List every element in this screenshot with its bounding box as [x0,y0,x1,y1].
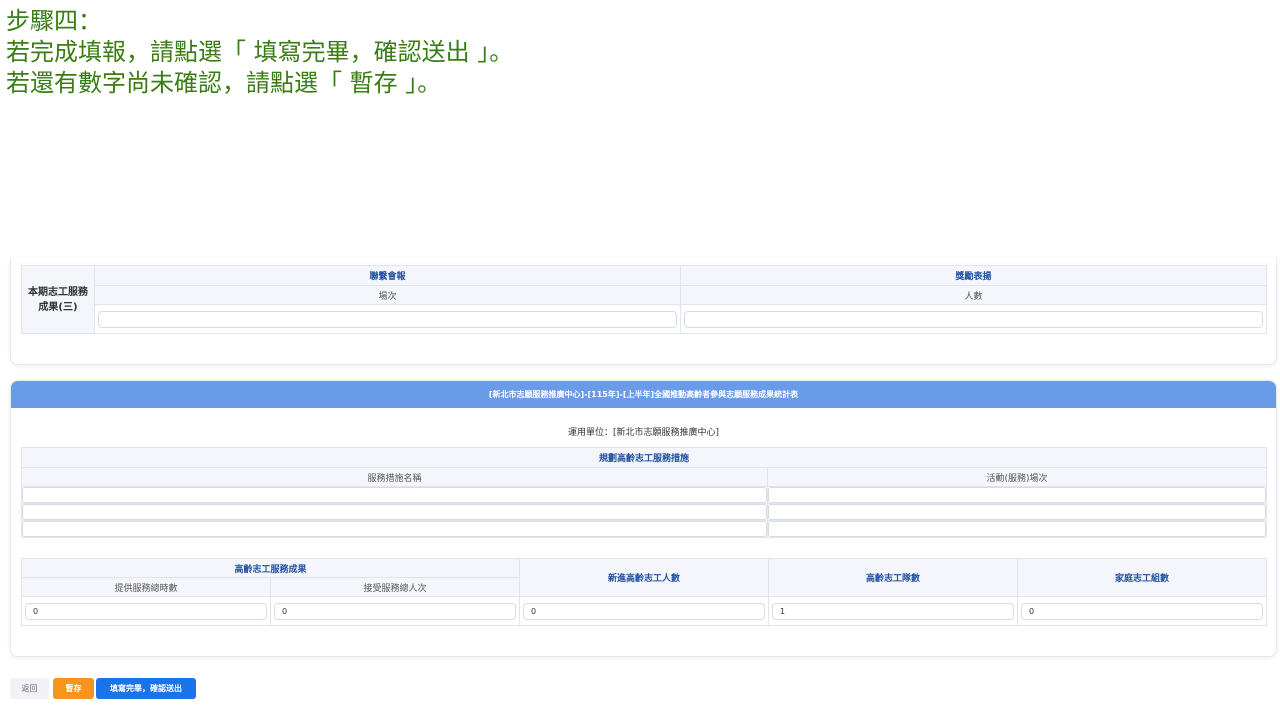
back-button[interactable]: 返回 [10,678,49,699]
plan-name-input[interactable] [22,487,767,503]
plan-row-3-sessions-cell [766,520,1268,538]
instructions: 步驟四： 若完成填報，請點選「 填寫完畢，確認送出 」。 若還有數字尚未確認，請… [6,6,513,99]
plan-name-input[interactable] [22,521,767,537]
family-groups-cell: 0 [1017,596,1268,626]
instruction-step-title: 步驟四： [6,7,102,35]
family-groups-input[interactable]: 0 [1021,602,1264,620]
results-group-title: 高齡志工服務成果 [20,558,521,578]
service-results-table: 高齡志工服務成果 新進高齡志工人數 高齡志工隊數 家庭志工組數 提供服務總時數 … [20,558,1268,626]
teams-cell: 1 [768,596,1019,626]
plan-row-2-sessions-cell [766,503,1268,521]
meeting-sessions-cell [94,304,681,334]
people-input[interactable]: 0 [274,602,517,620]
col-sub-sessions: 場次 [94,285,681,305]
plan-row-2-name-cell [21,503,768,521]
new-volunteers-cell: 0 [519,596,770,626]
plan-row-1-name-cell [21,486,768,504]
results-col-family-groups: 家庭志工組數 [1017,558,1268,597]
plan-title: 規劃高齡志工服務措施 [20,447,1268,468]
submit-button[interactable]: 填寫完畢，確認送出 [96,678,196,699]
hours-input[interactable]: 0 [25,602,267,620]
people-cell: 0 [269,596,521,626]
instruction-complete: 若完成填報，請點選「 填寫完畢，確認送出 」。 [6,38,514,66]
new-volunteers-input[interactable]: 0 [523,602,766,620]
plan-sessions-input[interactable] [768,521,1267,537]
volunteer-results-card-3: 本期志工服務成果(三) 聯繫會報 獎勵表揚 場次 人數 [10,258,1277,365]
results-col-hours: 提供服務總時數 [21,577,271,597]
row-label-text: 本期志工服務成果(三) [28,286,88,313]
service-plan-table: 規劃高齡志工服務措施 服務措施名稱 活動(服務)場次 [20,447,1268,538]
volunteer-results-table-3: 本期志工服務成果(三) 聯繫會報 獎勵表揚 場次 人數 [21,265,1267,334]
results-col-people: 接受服務總人次 [269,577,521,597]
col-group-meeting: 聯繫會報 [94,265,681,286]
plan-col-sessions: 活動(服務)場次 [766,467,1268,487]
plan-sessions-input[interactable] [768,487,1267,503]
col-sub-people: 人數 [680,285,1267,305]
teams-input[interactable]: 1 [772,602,1015,620]
plan-row-3-name-cell [21,520,768,538]
unit-label: 運用單位：[新北市志願服務推廣中心] [567,428,720,438]
meeting-sessions-input[interactable] [98,310,677,328]
award-people-input[interactable] [684,310,1263,328]
results-col-new-volunteers: 新進高齡志工人數 [519,558,770,597]
award-people-cell [680,304,1267,334]
results-col-teams: 高齡志工隊數 [768,558,1019,597]
row-label: 本期志工服務成果(三) [21,265,95,334]
plan-col-name: 服務措施名稱 [21,467,768,487]
hours-cell: 0 [21,596,271,626]
elderly-volunteer-report-card: [新北市志願服務推廣中心]-[115年]-[上半年]全國推動高齡者參與志願服務成… [10,380,1277,657]
plan-sessions-input[interactable] [768,504,1267,520]
plan-row-1-sessions-cell [766,486,1268,504]
instruction-draft: 若還有數字尚未確認，請點選「 暫存 」。 [6,69,442,97]
plan-name-input[interactable] [22,504,767,520]
col-group-award: 獎勵表揚 [680,265,1267,286]
save-draft-button[interactable]: 暫存 [53,678,94,699]
report-header: [新北市志願服務推廣中心]-[115年]-[上半年]全國推動高齡者參與志願服務成… [11,381,1276,408]
